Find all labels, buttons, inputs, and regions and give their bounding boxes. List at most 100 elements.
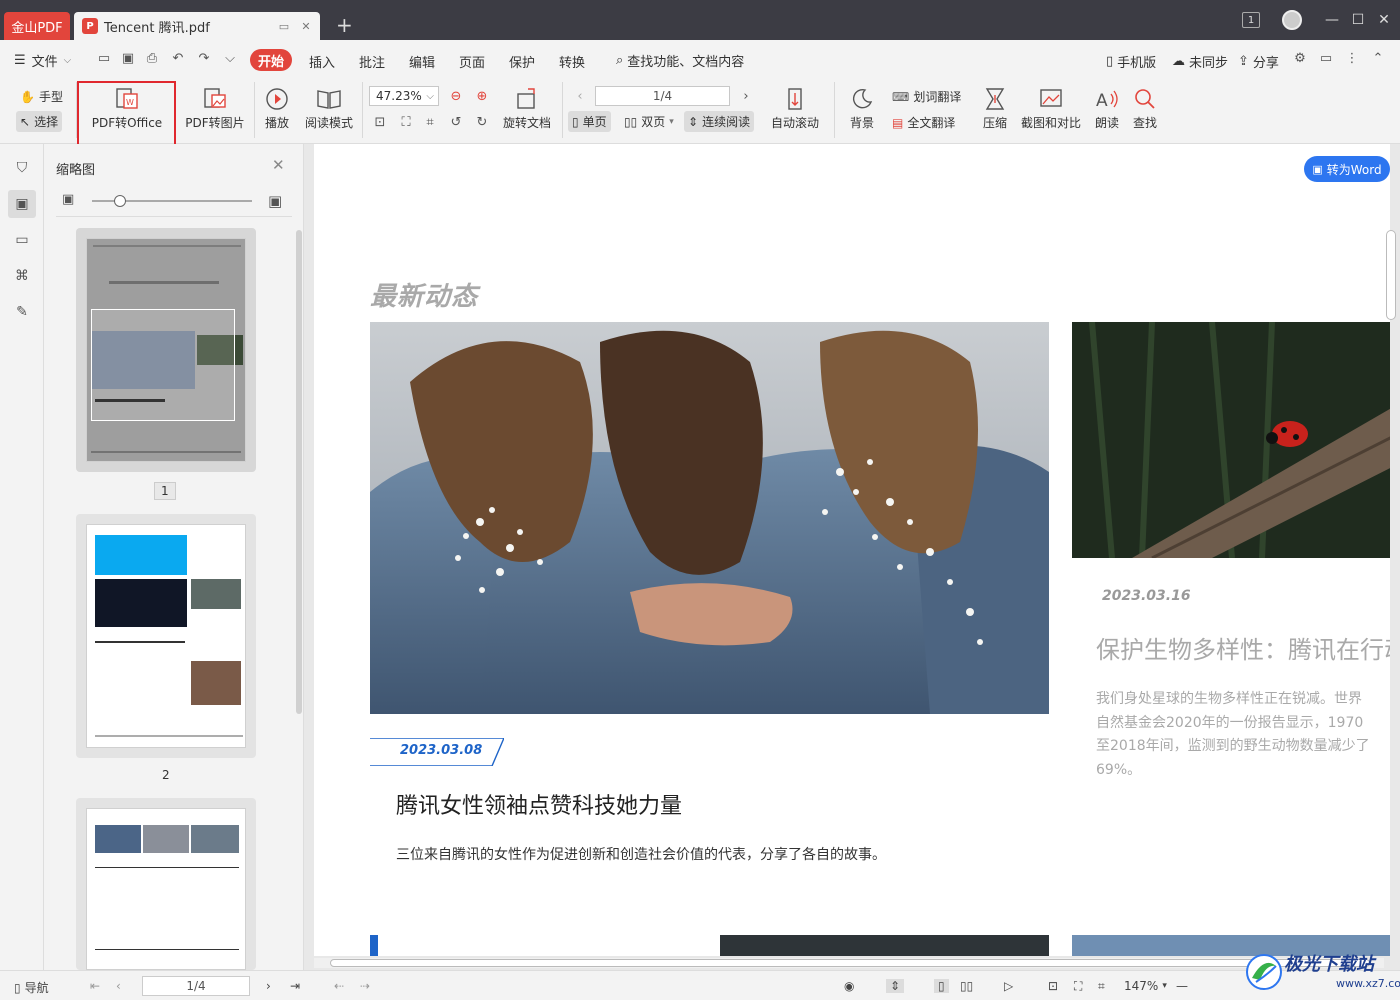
document-tab[interactable]: P Tencent 腾讯.pdf ▭ ✕ xyxy=(74,12,320,40)
close-window-icon[interactable]: ✕ xyxy=(1374,10,1394,30)
menu-tab-convert[interactable]: 转换 xyxy=(559,52,585,71)
zoom-select[interactable]: 47.23% ⌵ xyxy=(369,86,439,106)
menu-tab-insert[interactable]: 插入 xyxy=(309,52,335,71)
double-view-icon[interactable]: ▯▯ xyxy=(960,979,973,993)
single-page-button[interactable]: ▯ 单页 xyxy=(568,111,611,132)
screenshot-compare-button[interactable]: 截图和对比 xyxy=(1018,86,1084,131)
sync-button[interactable]: ☁ 未同步 xyxy=(1172,52,1228,71)
read-aloud-button[interactable]: A 朗读 xyxy=(1092,86,1122,131)
continuous-view-icon[interactable]: ⇕ xyxy=(886,979,905,993)
horizontal-scrollbar[interactable] xyxy=(330,959,1370,967)
status-zoom-select[interactable]: 147% ▾ xyxy=(1124,979,1167,993)
thumbnail-page-3[interactable] xyxy=(76,798,256,970)
thumbnail-size-slider-knob[interactable] xyxy=(114,195,126,207)
play-button[interactable]: 播放 xyxy=(262,86,292,131)
more-options-icon[interactable]: ⋮ xyxy=(1344,50,1360,66)
window-count-badge[interactable]: 1 xyxy=(1242,12,1260,28)
pdf-page: 最新动态 2023.03.08 腾讯女性领袖点赞科技她力量 三位来自腾讯的女性作… xyxy=(314,144,1390,956)
fit-width-icon[interactable]: ⌗ xyxy=(1098,979,1105,994)
small-image-icon[interactable]: ▣ xyxy=(62,192,74,207)
thumbnail-page-1[interactable] xyxy=(76,228,256,472)
read-mode-button[interactable]: 阅读模式 xyxy=(302,86,356,131)
next-page-icon[interactable]: › xyxy=(266,979,271,993)
maximize-icon[interactable]: ☐ xyxy=(1348,10,1368,30)
word-translate-button[interactable]: ⌨ 划词翻译 xyxy=(892,88,961,105)
attachment-icon[interactable]: ⌘ xyxy=(8,262,36,290)
zoom-in-icon[interactable]: ⊕ xyxy=(474,88,490,104)
pdf-to-image-icon xyxy=(202,86,228,112)
minimize-icon[interactable]: — xyxy=(1322,10,1342,30)
collapse-ribbon-icon[interactable]: ⌃ xyxy=(1370,50,1386,66)
rotate-left-icon[interactable]: ↺ xyxy=(448,114,464,130)
monitor-icon[interactable]: ▭ xyxy=(276,18,292,34)
menu-tab-protect[interactable]: 保护 xyxy=(509,52,535,71)
new-tab-button[interactable]: + xyxy=(336,14,353,36)
document-translate-icon: ▤ xyxy=(892,115,904,130)
continuous-read-button[interactable]: ⇕ 连续阅读 xyxy=(684,111,755,132)
rotate-document-button[interactable]: 旋转文档 xyxy=(500,86,554,131)
save-icon[interactable]: ▣ xyxy=(120,50,136,66)
next-page-icon[interactable]: › xyxy=(738,88,754,104)
actual-size-icon[interactable]: ⊡ xyxy=(1048,979,1058,993)
redo-icon[interactable]: ↷ xyxy=(196,50,212,66)
fit-page-icon[interactable]: ⛶ xyxy=(398,114,414,130)
navigation-toggle[interactable]: ▯ 导航 xyxy=(14,979,49,996)
message-icon[interactable]: ▭ xyxy=(1318,50,1334,66)
share-button[interactable]: ⇪ 分享 xyxy=(1238,52,1279,71)
menu-tab-annotate[interactable]: 批注 xyxy=(359,52,385,71)
close-icon[interactable]: ✕ xyxy=(272,156,285,174)
side-article-title[interactable]: 保护生物多样性：腾讯在行动 xyxy=(1096,630,1390,665)
comment-icon[interactable]: ▭ xyxy=(8,226,36,254)
back-icon[interactable]: ⇠ xyxy=(334,979,344,993)
vertical-scrollbar[interactable] xyxy=(1386,230,1396,320)
double-page-button[interactable]: ▯▯ 双页 ▾ xyxy=(624,113,674,130)
first-page-icon[interactable]: ⇤ xyxy=(90,979,100,993)
full-translate-button[interactable]: ▤ 全文翻译 xyxy=(892,114,955,131)
thumbnail-icon[interactable]: ▣ xyxy=(8,190,36,218)
find-button[interactable]: 查找 xyxy=(1130,86,1160,131)
compress-button[interactable]: 压缩 xyxy=(980,86,1010,131)
eye-protection-icon[interactable]: ◉ xyxy=(844,979,854,993)
previous-page-icon[interactable]: ‹ xyxy=(572,88,588,104)
menu-tab-start[interactable]: 开始 xyxy=(250,49,292,71)
app-tab[interactable]: 金山PDF xyxy=(4,12,70,40)
convert-to-word-button[interactable]: ▣ 转为Word xyxy=(1304,156,1390,182)
close-tab-icon[interactable]: ✕ xyxy=(298,18,314,34)
thumbnail-scrollbar[interactable] xyxy=(296,230,302,714)
last-page-icon[interactable]: ⇥ xyxy=(290,979,300,993)
menu-tab-page[interactable]: 页面 xyxy=(459,52,485,71)
page-number-input[interactable]: 1/4 xyxy=(595,86,730,106)
zoom-out-icon[interactable]: ⊖ xyxy=(448,88,464,104)
rotate-right-icon[interactable]: ↻ xyxy=(474,114,490,130)
actual-size-icon[interactable]: ⊡ xyxy=(372,114,388,130)
fit-page-icon[interactable]: ⛶ xyxy=(1074,979,1082,994)
large-image-icon[interactable]: ▣ xyxy=(268,192,282,210)
feature-search[interactable]: ⌕ 查找功能、文档内容 xyxy=(616,51,744,70)
hand-tool[interactable]: ✋ 手型 xyxy=(20,88,63,105)
previous-page-icon[interactable]: ‹ xyxy=(116,979,121,993)
auto-scroll-button[interactable]: 自动滚动 xyxy=(764,86,826,131)
file-menu[interactable]: ☰ 文件 ⌵ xyxy=(14,51,71,70)
select-tool[interactable]: ↖ 选择 xyxy=(16,111,63,132)
forward-icon[interactable]: ⇢ xyxy=(360,979,370,993)
zoom-out-icon[interactable]: — xyxy=(1176,979,1188,993)
quick-access-dropdown-icon[interactable]: ⌵ xyxy=(222,50,238,66)
thumbnail-page-number: 2 xyxy=(162,768,170,782)
status-page-input[interactable]: 1/4 xyxy=(142,976,250,996)
undo-icon[interactable]: ↶ xyxy=(170,50,186,66)
fit-width-icon[interactable]: ⌗ xyxy=(422,114,438,130)
pdf-to-image-button[interactable]: PDF转图片 xyxy=(184,86,246,131)
main-article-title[interactable]: 腾讯女性领袖点赞科技她力量 xyxy=(396,788,682,820)
thumbnail-page-2[interactable] xyxy=(76,514,256,758)
play-icon[interactable]: ▷ xyxy=(1004,979,1013,993)
background-button[interactable]: 背景 xyxy=(842,86,882,131)
open-folder-icon[interactable]: ▭ xyxy=(96,50,112,66)
single-view-icon[interactable]: ▯ xyxy=(934,979,949,993)
bookmark-icon[interactable]: ⛉ xyxy=(8,154,36,182)
menu-tab-edit[interactable]: 编辑 xyxy=(409,52,435,71)
signature-icon[interactable]: ✎ xyxy=(8,298,36,326)
print-icon[interactable]: ⎙ xyxy=(144,50,160,66)
settings-gear-icon[interactable]: ⚙ xyxy=(1292,50,1308,66)
mobile-version-button[interactable]: ▯ 手机版 xyxy=(1106,52,1156,71)
user-avatar[interactable] xyxy=(1282,10,1302,30)
